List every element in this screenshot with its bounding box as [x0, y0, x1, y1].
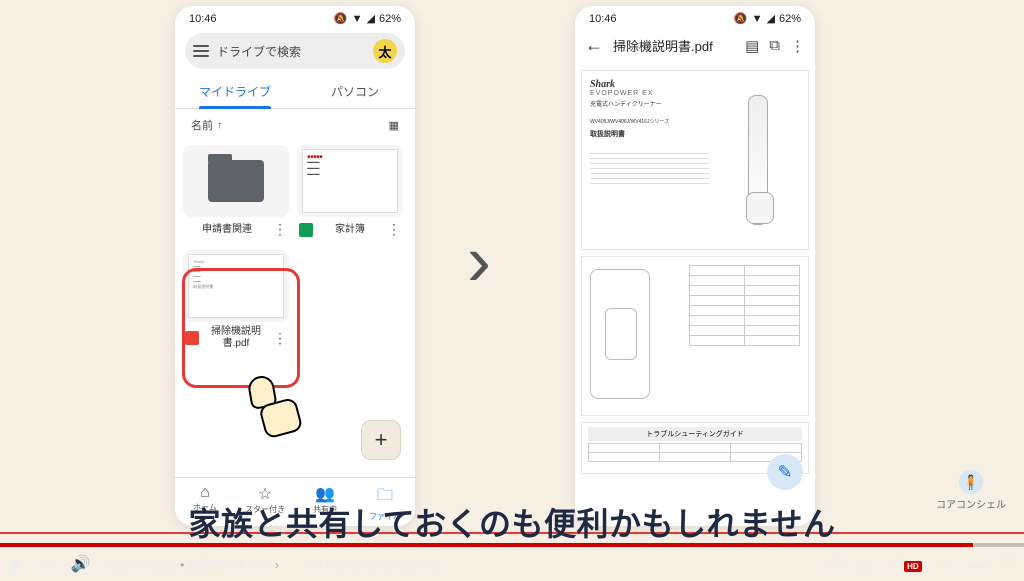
comment-icon[interactable]: ▤	[745, 37, 759, 55]
troubleshoot-table	[588, 443, 802, 462]
transition-chevron-icon: ›	[467, 220, 491, 302]
tab-my-drive[interactable]: マイドライブ	[175, 75, 295, 108]
new-file-fab[interactable]: +	[361, 420, 401, 460]
next-button[interactable]: ⏭	[40, 555, 54, 573]
settings-button[interactable]: ⚙HD	[890, 554, 922, 574]
view-grid-icon[interactable]: ▦	[389, 119, 399, 132]
brand-text: Shark	[590, 79, 709, 90]
pointing-finger-illustration	[242, 376, 282, 408]
more-icon[interactable]: ⋮	[387, 221, 401, 238]
edit-fab[interactable]: ✎	[767, 454, 803, 490]
file-name: 申請書関連	[185, 224, 269, 236]
battery-percent: 62%	[779, 13, 801, 25]
volume-button[interactable]: 🔊	[71, 554, 91, 574]
section-title: 取扱説明書	[590, 129, 709, 139]
sort-label: 名前	[191, 117, 213, 133]
play-button[interactable]: ▶	[12, 554, 24, 574]
battery-percent: 62%	[379, 13, 401, 25]
drive-search-bar[interactable]: ドライブで検索 太	[185, 33, 405, 69]
miniplayer-button[interactable]: ▭	[938, 554, 953, 574]
more-icon[interactable]: ⋮	[273, 221, 287, 238]
fullscreen-button[interactable]: ⛶	[1001, 555, 1012, 573]
logo-icon: 🧍	[959, 470, 983, 494]
troubleshoot-title: トラブルシューティングガイド	[588, 427, 802, 441]
file-folder[interactable]: 申請書関連 ⋮	[183, 145, 289, 242]
product-desc: 充電式ハンディクリーナー	[590, 99, 709, 108]
clock: 10:46	[589, 13, 617, 25]
battery-icon: ◢	[367, 12, 375, 25]
folder-thumb	[183, 145, 289, 217]
clock: 10:46	[189, 13, 217, 25]
hamburger-icon[interactable]	[193, 45, 209, 57]
pdf-content[interactable]: Shark EVOPOWER EX 充電式ハンディクリーナー WV405J/WV…	[575, 64, 815, 480]
pdf-header: ← 掃除機説明書.pdf ▤ ⧉ ⋮	[575, 27, 815, 64]
channel-watermark[interactable]: ◔ スマホのコンシェルジュ	[301, 556, 443, 573]
wifi-icon: ▼	[352, 13, 363, 25]
subbrand-text: EVOPOWER EX	[590, 90, 709, 97]
sheet-thumb: ■■■■■━━━━━━━━━━━━	[297, 145, 403, 217]
status-icons: 🔕 ▼ ◢ 62%	[734, 12, 801, 25]
silent-icon: 🔕	[334, 12, 348, 25]
pdf-page-1: Shark EVOPOWER EX 充電式ハンディクリーナー WV405J/WV…	[581, 70, 809, 250]
model-text: WV405J/WV406J/WV416Jシリーズ	[590, 118, 709, 125]
battery-icon: ◢	[767, 12, 775, 25]
phone-right-pdf-viewer: 10:46 🔕 ▼ ◢ 62% ← 掃除機説明書.pdf ▤ ⧉ ⋮ Shark…	[575, 6, 815, 526]
file-sheet[interactable]: ■■■■■━━━━━━━━━━━━ 家計簿 ⋮	[297, 145, 403, 242]
spec-table	[689, 265, 800, 346]
pdf-title: 掃除機説明書.pdf	[613, 36, 735, 55]
hd-badge: HD	[904, 561, 922, 572]
video-player-controls: ▶ ⏭ 🔊 15:34 / 16:25 • 書類のスキャン › ◔ スマホのコン…	[0, 545, 1024, 581]
captions-button[interactable]: ㏄	[858, 552, 874, 576]
folder-icon	[208, 160, 264, 202]
autoplay-toggle[interactable]: ⏻	[829, 555, 842, 573]
status-icons: 🔕 ▼ ◢ 62%	[334, 12, 401, 25]
channel-logo-icon: ◔	[301, 557, 308, 571]
sort-bar: 名前 ↑ ▦	[175, 109, 415, 141]
chapter-name[interactable]: 書類のスキャン	[188, 558, 272, 572]
profile-avatar[interactable]: 太	[373, 39, 397, 63]
search-in-doc-icon[interactable]: ⧉	[769, 37, 780, 54]
status-bar: 10:46 🔕 ▼ ◢ 62%	[575, 6, 815, 27]
vacuum-illustration	[748, 95, 768, 225]
time-display: 15:34 / 16:25 • 書類のスキャン ›	[107, 556, 279, 573]
search-placeholder: ドライブで検索	[217, 43, 365, 60]
file-name: 家計簿	[317, 224, 383, 236]
sort-arrow-icon: ↑	[217, 120, 222, 131]
back-arrow-icon[interactable]: ←	[585, 35, 603, 56]
tab-computers[interactable]: パソコン	[295, 75, 415, 108]
pdf-page-2	[581, 256, 809, 416]
status-bar: 10:46 🔕 ▼ ◢ 62%	[175, 6, 415, 27]
drive-tabs: マイドライブ パソコン	[175, 75, 415, 109]
sheets-icon	[299, 223, 313, 237]
theater-button[interactable]: ▬	[969, 555, 985, 573]
wifi-icon: ▼	[752, 13, 763, 25]
sort-by-name[interactable]: 名前 ↑	[191, 117, 222, 133]
more-icon[interactable]: ⋮	[790, 37, 805, 55]
red-highlight-box	[182, 268, 300, 388]
diagram-illustration	[590, 269, 650, 399]
phone-left-drive: 10:46 🔕 ▼ ◢ 62% ドライブで検索 太 マイドライブ パソコン 名前…	[175, 6, 415, 526]
video-stage: 10:46 🔕 ▼ ◢ 62% ドライブで検索 太 マイドライブ パソコン 名前…	[0, 0, 1024, 581]
gear-icon: ⚙	[890, 556, 904, 573]
subtitle-caption: 家族と共有しておくのも便利かもしれません	[0, 499, 1024, 545]
silent-icon: 🔕	[734, 12, 748, 25]
